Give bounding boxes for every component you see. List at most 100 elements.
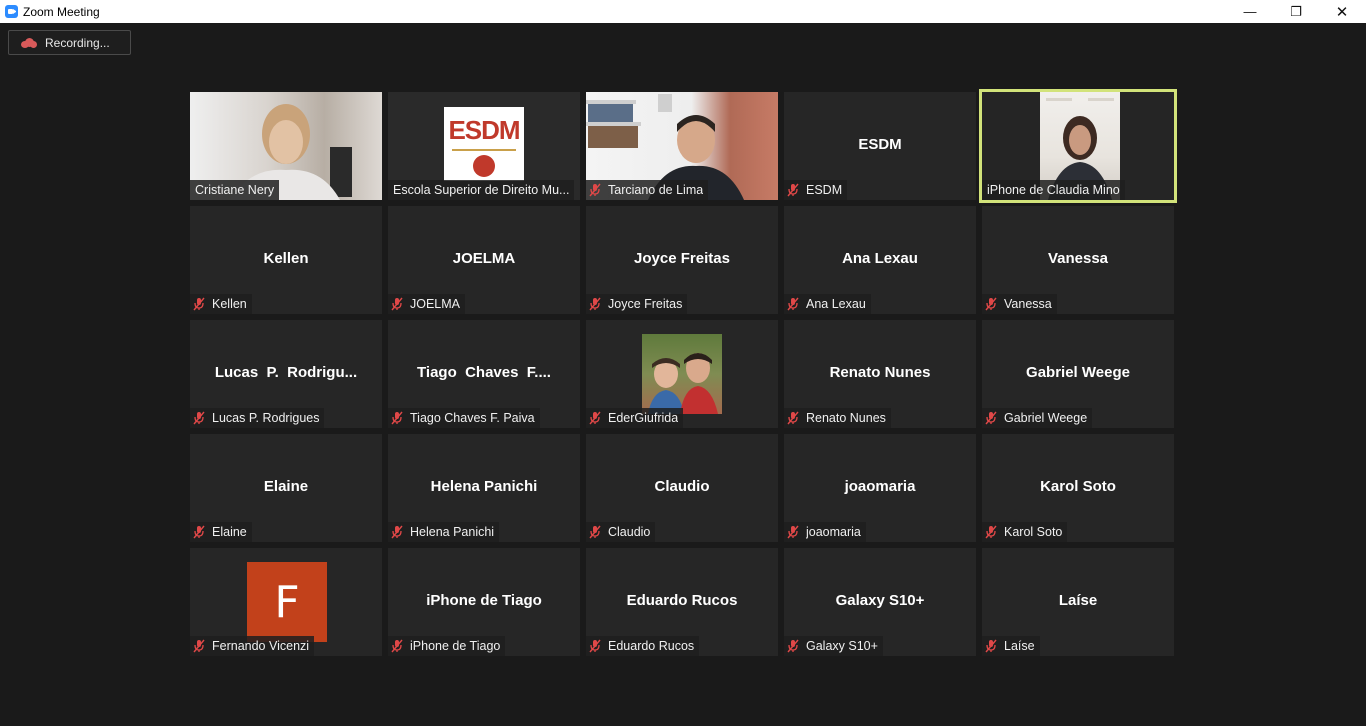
participant-name-label: EderGiufrida	[586, 408, 684, 428]
muted-mic-icon	[985, 297, 997, 311]
participant-display-name: Ana Lexau	[842, 250, 918, 267]
participant-tile[interactable]: Cristiane Nery	[190, 92, 382, 200]
muted-mic-icon	[193, 639, 205, 653]
muted-mic-icon	[787, 297, 799, 311]
muted-mic-icon	[193, 525, 205, 539]
participant-tile[interactable]: EderGiufrida	[586, 320, 778, 428]
esdm-logo: ESDM	[444, 107, 524, 181]
participant-tile[interactable]: iPhone de Tiago iPhone de Tiago	[388, 548, 580, 656]
active-speaker-tile[interactable]: iPhone de Claudia Mino	[979, 89, 1177, 203]
participant-display-name: iPhone de Tiago	[426, 592, 542, 609]
participant-display-name: Renato Nunes	[829, 364, 931, 381]
muted-mic-icon	[589, 639, 601, 653]
participant-name-label: Laíse	[982, 636, 1040, 656]
participant-name-label: Claudio	[586, 522, 656, 542]
muted-mic-icon	[787, 411, 799, 425]
participant-tile[interactable]: Tiago Chaves F.... Tiago Chaves F. Paiva	[388, 320, 580, 428]
participant-name-label: Ana Lexau	[784, 294, 871, 314]
muted-mic-icon	[391, 411, 403, 425]
muted-mic-icon	[787, 525, 799, 539]
close-button[interactable]: ✕	[1319, 0, 1365, 23]
gallery-view: Cristiane Nery ESDM Escola Superior de D…	[190, 89, 1177, 656]
participant-name-label: joaomaria	[784, 522, 866, 542]
participant-name-label: Renato Nunes	[784, 408, 891, 428]
recording-indicator[interactable]: Recording...	[8, 30, 131, 55]
participant-name-label: Joyce Freitas	[586, 294, 688, 314]
avatar: F	[247, 562, 327, 642]
participant-display-name: Helena Panichi	[430, 478, 538, 495]
profile-photo	[642, 334, 722, 414]
muted-mic-icon	[193, 411, 205, 425]
muted-mic-icon	[589, 183, 601, 197]
minimize-button[interactable]: —	[1227, 0, 1273, 23]
participant-name-label: Kellen	[190, 294, 252, 314]
participant-tile[interactable]: Vanessa Vanessa	[982, 206, 1174, 314]
muted-mic-icon	[787, 639, 799, 653]
participant-tile[interactable]: Laíse Laíse	[982, 548, 1174, 656]
participant-name-label: iPhone de Claudia Mino	[982, 180, 1125, 200]
muted-mic-icon	[589, 525, 601, 539]
participant-tile[interactable]: Lucas P. Rodrigu... Lucas P. Rodrigues	[190, 320, 382, 428]
muted-mic-icon	[193, 297, 205, 311]
participant-name-label: Tarciano de Lima	[586, 180, 709, 200]
muted-mic-icon	[391, 639, 403, 653]
window-title: Zoom Meeting	[23, 4, 100, 19]
participant-name-label: Karol Soto	[982, 522, 1068, 542]
participant-display-name: Claudio	[654, 478, 710, 495]
participant-display-name: Laíse	[1058, 592, 1098, 609]
participant-name-label: ESDM	[784, 180, 848, 200]
participant-tile[interactable]: Tarciano de Lima	[586, 92, 778, 200]
participant-tile[interactable]: Joyce Freitas Joyce Freitas	[586, 206, 778, 314]
muted-mic-icon	[589, 297, 601, 311]
participant-name-label: Cristiane Nery	[190, 180, 280, 200]
participant-display-name: Eduardo Rucos	[626, 592, 738, 609]
participant-display-name: Tiago Chaves F....	[417, 364, 551, 381]
muted-mic-icon	[985, 639, 997, 653]
participant-tile[interactable]: Claudio Claudio	[586, 434, 778, 542]
participant-name-label: Elaine	[190, 522, 252, 542]
zoom-app-icon	[5, 5, 18, 18]
muted-mic-icon	[985, 525, 997, 539]
participant-name-label: Helena Panichi	[388, 522, 500, 542]
cloud-recording-icon	[21, 37, 37, 48]
participant-tile[interactable]: ESDM ESDM	[784, 92, 976, 200]
muted-mic-icon	[787, 183, 799, 197]
participant-tile[interactable]: Helena Panichi Helena Panichi	[388, 434, 580, 542]
participant-tile[interactable]: Kellen Kellen	[190, 206, 382, 314]
participant-tile[interactable]: JOELMA JOELMA	[388, 206, 580, 314]
participant-display-name: Karol Soto	[1040, 478, 1116, 495]
participant-tile[interactable]: Renato Nunes Renato Nunes	[784, 320, 976, 428]
participant-name-label: Escola Superior de Direito Mu...	[388, 180, 575, 200]
window-titlebar: Zoom Meeting — ❐ ✕	[0, 0, 1366, 23]
participant-tile[interactable]: Karol Soto Karol Soto	[982, 434, 1174, 542]
participant-display-name: joaomaria	[844, 478, 916, 495]
participant-display-name: Gabriel Weege	[1026, 364, 1130, 381]
participant-tile[interactable]: joaomaria joaomaria	[784, 434, 976, 542]
muted-mic-icon	[589, 411, 601, 425]
muted-mic-icon	[391, 297, 403, 311]
participant-display-name: Lucas P. Rodrigu...	[214, 364, 358, 381]
participant-name-label: Gabriel Weege	[982, 408, 1093, 428]
participant-tile[interactable]: ESDM Escola Superior de Direito Mu...	[388, 92, 580, 200]
participant-name-label: Galaxy S10+	[784, 636, 883, 656]
participant-name-label: Vanessa	[982, 294, 1057, 314]
participant-display-name: Elaine	[263, 478, 309, 495]
participant-name-label: Tiago Chaves F. Paiva	[388, 408, 540, 428]
muted-mic-icon	[985, 411, 997, 425]
participant-name-label: Eduardo Rucos	[586, 636, 700, 656]
restore-button[interactable]: ❐	[1273, 0, 1319, 23]
participant-tile[interactable]: F Fernando Vicenzi	[190, 548, 382, 656]
recording-label: Recording...	[45, 35, 110, 50]
participant-name-label: JOELMA	[388, 294, 466, 314]
participant-name-label: iPhone de Tiago	[388, 636, 506, 656]
participant-display-name: Kellen	[263, 250, 309, 267]
participant-tile[interactable]: Elaine Elaine	[190, 434, 382, 542]
participant-display-name: Galaxy S10+	[835, 592, 925, 609]
participant-tile[interactable]: Galaxy S10+ Galaxy S10+	[784, 548, 976, 656]
muted-mic-icon	[391, 525, 403, 539]
participant-tile[interactable]: Gabriel Weege Gabriel Weege	[982, 320, 1174, 428]
participant-tile[interactable]: Ana Lexau Ana Lexau	[784, 206, 976, 314]
participant-name-label: Fernando Vicenzi	[190, 636, 315, 656]
participant-display-name: Vanessa	[1047, 250, 1109, 267]
participant-tile[interactable]: Eduardo Rucos Eduardo Rucos	[586, 548, 778, 656]
